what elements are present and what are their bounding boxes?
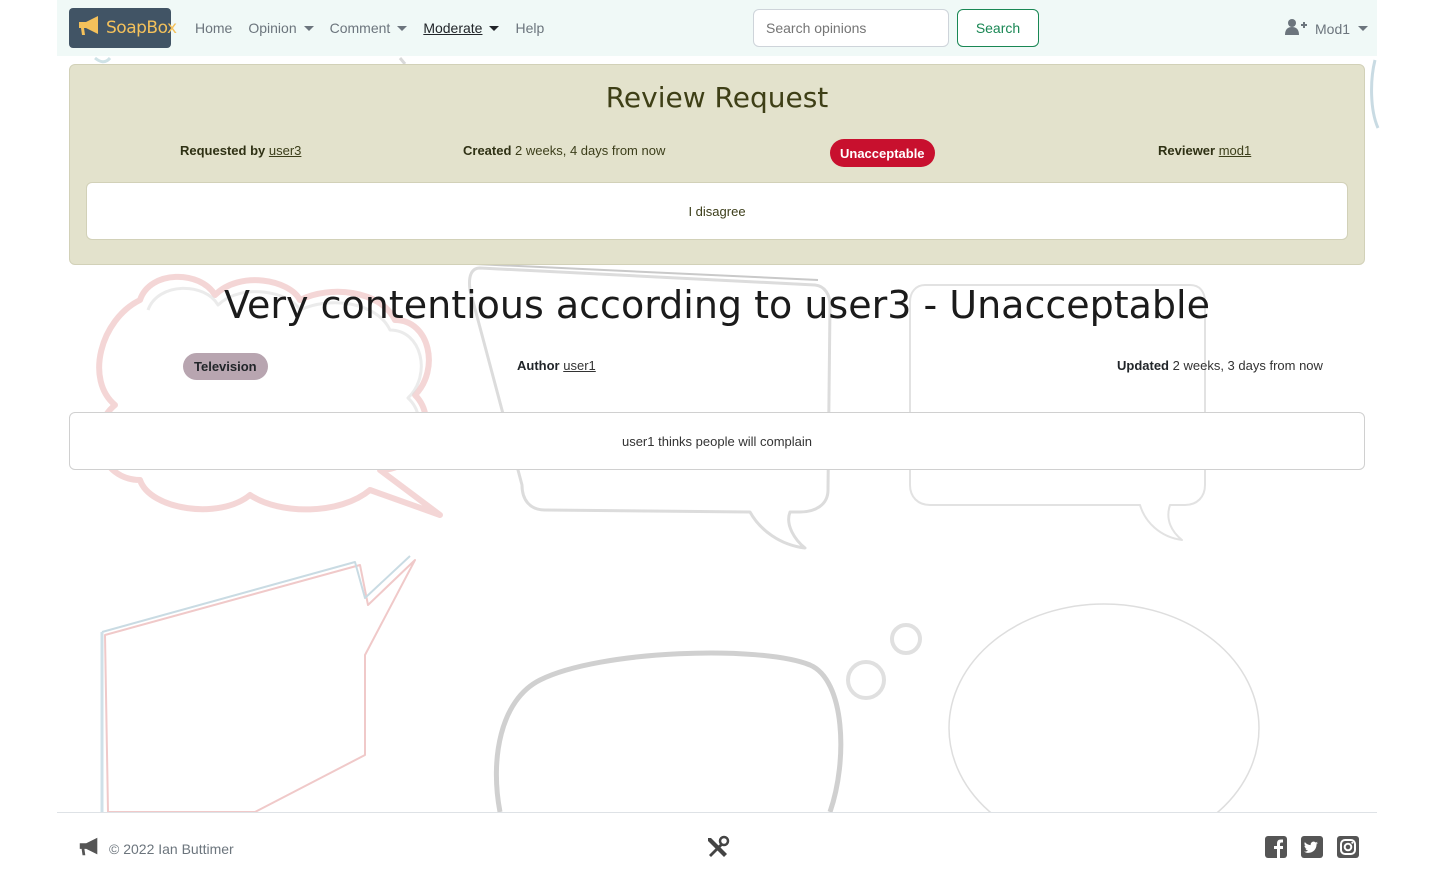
author-link[interactable]: user1	[563, 358, 596, 373]
requested-by-link[interactable]: user3	[269, 143, 302, 158]
twitter-icon[interactable]	[1301, 836, 1323, 863]
nav-opinion[interactable]: Opinion	[248, 20, 314, 36]
brand-name: SoapBox	[106, 18, 177, 38]
nav-opinion-label: Opinion	[248, 20, 297, 36]
social-links	[1265, 836, 1359, 863]
chevron-down-icon	[397, 25, 408, 31]
nav-moderate[interactable]: Moderate	[423, 20, 500, 36]
opinion-updated: Updated 2 weeks, 3 days from now	[1117, 358, 1323, 373]
nav-home[interactable]: Home	[195, 20, 232, 36]
nav-help[interactable]: Help	[515, 20, 544, 36]
nav-comment-label: Comment	[329, 20, 391, 36]
reviewer-label: Reviewer	[1158, 143, 1216, 158]
search-button[interactable]: Search	[957, 9, 1039, 47]
facebook-icon[interactable]	[1265, 836, 1287, 863]
footer-copyright: © 2022 Ian Buttimer	[77, 835, 234, 862]
page: SoapBox Home Opinion Comment Moderate He…	[57, 0, 1377, 881]
opinion-content: user1 thinks people will complain	[69, 412, 1365, 470]
chevron-down-icon	[303, 25, 314, 31]
brand-logo[interactable]: SoapBox	[69, 8, 177, 48]
user-plus-icon	[1285, 18, 1307, 39]
user-menu[interactable]: Mod1	[1285, 18, 1369, 39]
created-label: Created	[463, 143, 512, 158]
updated-label: Updated	[1117, 358, 1169, 373]
reviewer: Reviewer mod1	[1158, 143, 1251, 158]
navbar: SoapBox Home Opinion Comment Moderate He…	[57, 0, 1377, 56]
footer: © 2022 Ian Buttimer	[57, 812, 1377, 881]
category-badge[interactable]: Television	[183, 353, 268, 380]
chevron-down-icon	[1358, 26, 1369, 31]
megaphone-icon	[76, 14, 102, 43]
nav-help-label: Help	[515, 20, 545, 36]
author-label: Author	[517, 358, 560, 373]
main-nav: Home Opinion Comment Moderate Help	[195, 0, 544, 56]
copyright-text: © 2022 Ian Buttimer	[109, 840, 234, 857]
opinion-author: Author user1	[517, 358, 596, 373]
opinion-title: Very contentious according to user3 - Un…	[224, 283, 1210, 327]
review-title: Review Request	[605, 81, 829, 114]
reviewer-link[interactable]: mod1	[1219, 143, 1252, 158]
status-badge: Unacceptable	[830, 139, 935, 167]
created-value: 2 weeks, 4 days from now	[515, 143, 666, 158]
chevron-down-icon	[489, 25, 500, 31]
review-request-card: Review Request Requested by user3 Create…	[69, 64, 1365, 265]
nav-comment[interactable]: Comment	[330, 20, 408, 36]
nav-home-label: Home	[195, 20, 233, 36]
created: Created 2 weeks, 4 days from now	[463, 143, 665, 158]
review-comment: I disagree	[86, 182, 1348, 240]
search-input[interactable]	[753, 9, 949, 47]
instagram-icon[interactable]	[1337, 836, 1359, 863]
username: Mod1	[1315, 20, 1351, 37]
requested-by-label: Requested by	[180, 143, 266, 158]
updated-value: 2 weeks, 3 days from now	[1172, 358, 1323, 373]
requested-by: Requested by user3	[180, 143, 301, 158]
nav-moderate-label: Moderate	[423, 20, 483, 36]
megaphone-icon	[77, 835, 101, 862]
tools-icon[interactable]	[705, 835, 731, 866]
